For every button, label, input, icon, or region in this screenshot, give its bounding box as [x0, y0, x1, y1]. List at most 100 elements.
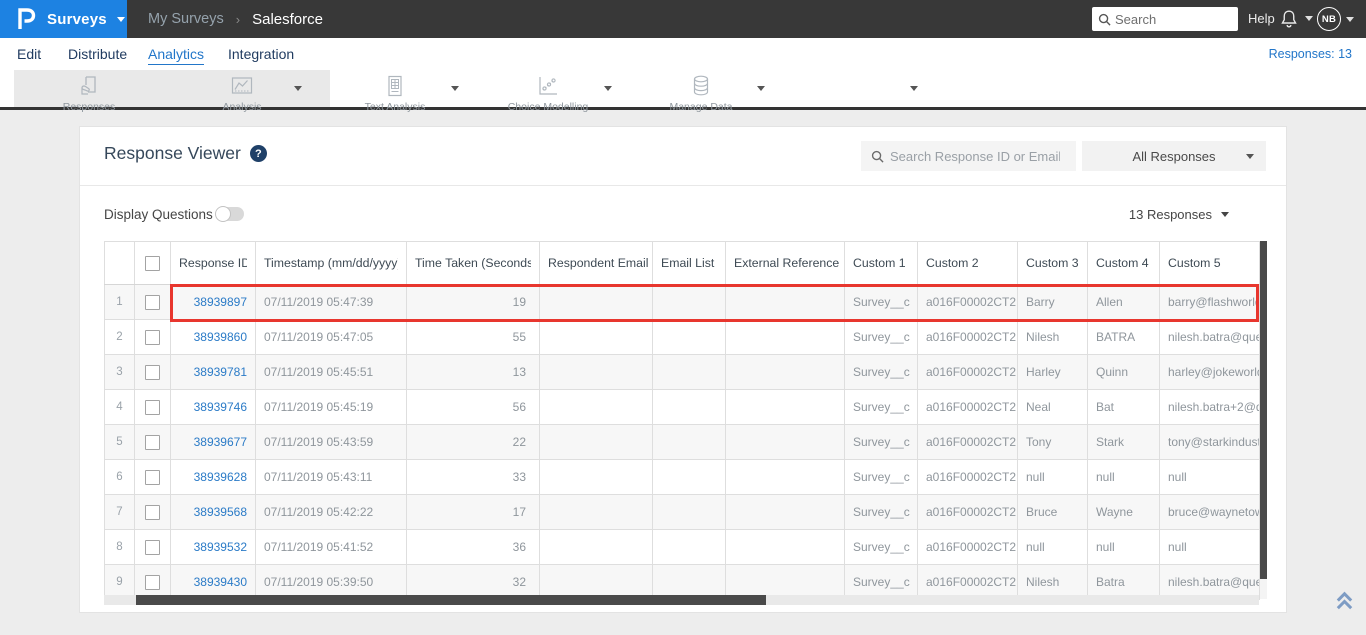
- custom2-cell: a016F00002CT2Lh: [917, 354, 1018, 390]
- custom2-cell: a016F00002CT2LS: [917, 494, 1018, 530]
- row-checkbox[interactable]: [145, 469, 160, 485]
- table-row[interactable]: 8 38939532 07/11/2019 05:41:52 36 Survey…: [104, 529, 1260, 565]
- table-header-row: Response ID Timestamp (mm/dd/yyyy) Time …: [104, 241, 1260, 285]
- table-row[interactable]: 6 38939628 07/11/2019 05:43:11 33 Survey…: [104, 459, 1260, 495]
- col-custom-5[interactable]: Custom 5: [1159, 241, 1260, 285]
- help-link[interactable]: Help: [1248, 11, 1275, 26]
- responses-count-dropdown[interactable]: 13 Responses: [1129, 207, 1229, 222]
- response-id-link[interactable]: 38939430: [194, 575, 247, 589]
- response-search-input[interactable]: [890, 148, 1060, 164]
- response-id-link[interactable]: 38939532: [194, 540, 247, 554]
- table-row[interactable]: 5 38939677 07/11/2019 05:43:59 22 Survey…: [104, 424, 1260, 460]
- custom3-cell: null: [1017, 459, 1088, 495]
- horizontal-scrollbar-thumb[interactable]: [136, 595, 766, 605]
- custom2-cell: a016F00002CT2LX: [917, 424, 1018, 460]
- response-id-link[interactable]: 38939568: [194, 505, 247, 519]
- respondent-email-cell: [539, 529, 653, 565]
- analysis-icon: [231, 77, 253, 94]
- external-reference-cell: [725, 389, 845, 425]
- table-row[interactable]: 3 38939781 07/11/2019 05:45:51 13 Survey…: [104, 354, 1260, 390]
- survey-nav-bar: Edit Distribute Analytics Integration Re…: [0, 38, 1366, 70]
- help-icon[interactable]: ?: [249, 145, 267, 162]
- col-custom-3[interactable]: Custom 3: [1017, 241, 1088, 285]
- nav-tab-analytics[interactable]: Analytics: [148, 46, 205, 65]
- tool-responses[interactable]: Responses: [19, 73, 159, 113]
- table-row[interactable]: 7 38939568 07/11/2019 05:42:22 17 Survey…: [104, 494, 1260, 530]
- col-respondent-email[interactable]: Respondent Email: [539, 241, 653, 285]
- col-custom-4[interactable]: Custom 4: [1087, 241, 1160, 285]
- row-checkbox[interactable]: [145, 294, 160, 310]
- response-id-link[interactable]: 38939897: [194, 295, 247, 309]
- account-menu[interactable]: NB: [1317, 7, 1354, 31]
- col-time-taken[interactable]: Time Taken (Seconds): [406, 241, 540, 285]
- response-id-link[interactable]: 38939677: [194, 435, 247, 449]
- horizontal-scrollbar[interactable]: [104, 595, 1259, 605]
- row-checkbox[interactable]: [145, 434, 160, 450]
- tool-choice-modelling[interactable]: Choice Modelling: [478, 73, 618, 113]
- row-checkbox[interactable]: [145, 504, 160, 520]
- row-number: 3: [104, 354, 135, 390]
- col-custom-1[interactable]: Custom 1: [844, 241, 918, 285]
- custom5-cell: harley@jokeworld.: [1159, 354, 1260, 390]
- time-taken-cell: 13: [406, 354, 540, 390]
- vertical-scrollbar-thumb[interactable]: [1260, 241, 1267, 579]
- response-id-link[interactable]: 38939746: [194, 400, 247, 414]
- responses-count[interactable]: Responses: 13: [1269, 47, 1352, 61]
- global-search-input[interactable]: [1115, 11, 1225, 27]
- tool-manage-data[interactable]: Manage Data: [631, 73, 771, 113]
- top-bar: Surveys My Surveys › Salesforce Help NB: [0, 0, 1366, 38]
- back-to-top-button[interactable]: [1334, 590, 1355, 617]
- custom2-cell: a016F00002CT2LS: [917, 529, 1018, 565]
- col-response-id[interactable]: Response ID: [170, 241, 256, 285]
- col-external-reference[interactable]: External Reference: [725, 241, 845, 285]
- all-responses-dropdown-value: All Responses: [1132, 148, 1216, 164]
- table-row[interactable]: 2 38939860 07/11/2019 05:47:05 55 Survey…: [104, 319, 1260, 355]
- notifications-menu[interactable]: [1280, 8, 1313, 29]
- all-responses-dropdown[interactable]: All Responses: [1082, 141, 1266, 171]
- time-taken-cell: 33: [406, 459, 540, 495]
- row-number-header: [104, 241, 135, 285]
- vertical-scrollbar[interactable]: [1260, 241, 1267, 599]
- email-list-cell: [652, 284, 726, 320]
- chevron-down-icon: [1346, 16, 1354, 22]
- display-questions-toggle[interactable]: [215, 206, 244, 222]
- col-custom-2[interactable]: Custom 2: [917, 241, 1018, 285]
- table-row[interactable]: 4 38939746 07/11/2019 05:45:19 56 Survey…: [104, 389, 1260, 425]
- response-id-link[interactable]: 38939628: [194, 470, 247, 484]
- custom1-cell: Survey__c: [844, 529, 918, 565]
- col-email-list[interactable]: Email List: [652, 241, 726, 285]
- responses-table-wrap: Response ID Timestamp (mm/dd/yyyy) Time …: [104, 241, 1267, 609]
- choice-modelling-icon: [539, 77, 557, 95]
- timestamp-cell: 07/11/2019 05:42:22: [255, 494, 407, 530]
- surveys-menu[interactable]: Surveys: [0, 0, 127, 38]
- table-row[interactable]: 1 38939897 07/11/2019 05:47:39 19 Survey…: [104, 284, 1260, 320]
- custom5-cell: nilesh.batra+2@qu: [1159, 389, 1260, 425]
- response-id-link[interactable]: 38939781: [194, 365, 247, 379]
- responses-count-dropdown-value: 13 Responses: [1128, 207, 1212, 222]
- manage-data-dropdown-caret-icon[interactable]: [910, 86, 918, 91]
- row-checkbox[interactable]: [145, 364, 160, 380]
- response-id-link[interactable]: 38939860: [194, 330, 247, 344]
- select-all-checkbox[interactable]: [145, 255, 160, 271]
- custom5-cell: tony@starkindustr: [1159, 424, 1260, 460]
- breadcrumb-my-surveys[interactable]: My Surveys: [148, 11, 224, 27]
- analytics-toolbar: Responses Analysis Text Analysis Choice …: [0, 70, 1366, 113]
- search-icon: [1098, 13, 1111, 26]
- row-checkbox[interactable]: [145, 399, 160, 415]
- tool-text-analysis[interactable]: Text Analysis: [325, 73, 465, 113]
- nav-tab-distribute[interactable]: Distribute: [68, 46, 127, 64]
- row-checkbox[interactable]: [145, 574, 160, 590]
- manage-data-icon: [693, 75, 709, 96]
- nav-tab-integration[interactable]: Integration: [228, 46, 294, 64]
- custom3-cell: Harley: [1017, 354, 1088, 390]
- responses-icon: [81, 76, 96, 95]
- row-checkbox[interactable]: [145, 539, 160, 555]
- email-list-cell: [652, 389, 726, 425]
- tool-analysis[interactable]: Analysis: [172, 73, 312, 113]
- row-checkbox[interactable]: [145, 329, 160, 345]
- nav-tab-edit[interactable]: Edit: [17, 46, 41, 64]
- col-timestamp[interactable]: Timestamp (mm/dd/yyyy): [255, 241, 407, 285]
- time-taken-cell: 56: [406, 389, 540, 425]
- respondent-email-cell: [539, 494, 653, 530]
- custom4-cell: null: [1087, 459, 1160, 495]
